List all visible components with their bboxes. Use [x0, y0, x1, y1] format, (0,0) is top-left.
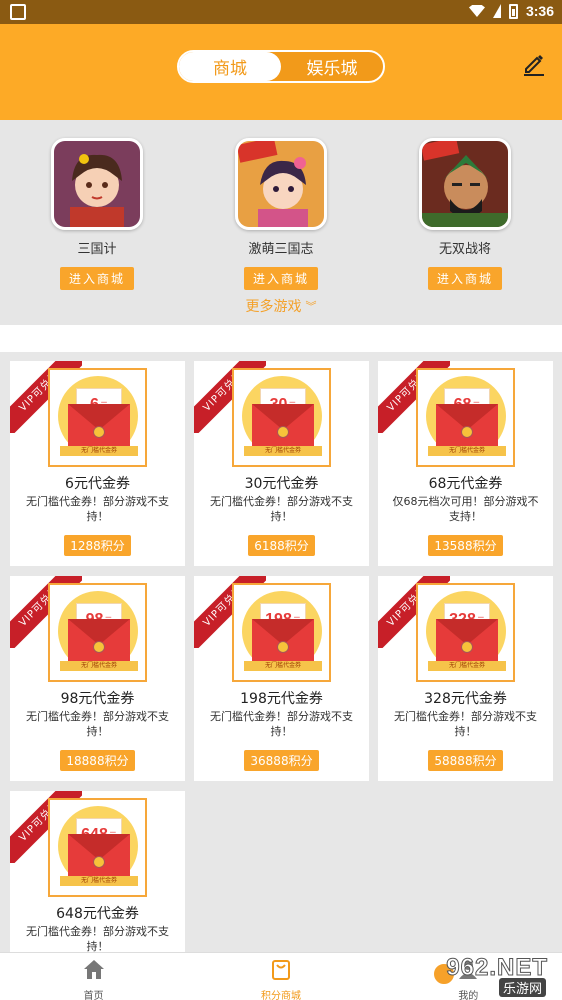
section-gap — [0, 325, 562, 352]
seal-icon — [461, 641, 473, 653]
coupon-description: 无门槛代金券！部分游戏不支持！ — [210, 495, 353, 523]
game-item: 激萌三国志 进入商城 — [226, 138, 336, 290]
coupon-card[interactable]: VIP可兑换68元无门槛代金券68元代金券仅68元档次可用！部分游戏不支持！13… — [378, 361, 553, 566]
coupon-image: 6元无门槛代金券 — [48, 368, 147, 467]
enter-mall-button[interactable]: 进入商城 — [243, 267, 318, 290]
enter-mall-button[interactable]: 进入商城 — [427, 267, 502, 290]
enter-mall-button[interactable]: 进入商城 — [59, 267, 134, 290]
notification-icon — [10, 4, 26, 20]
coupon-description: 无门槛代金券！部分游戏不支持！ — [394, 710, 537, 738]
coupon-title: 328元代金券 — [424, 691, 507, 707]
status-bar: 3:36 — [0, 0, 562, 24]
seal-icon — [461, 426, 473, 438]
shop-bag-icon — [271, 960, 290, 980]
status-time: 3:36 — [525, 3, 554, 19]
coupon-description: 无门槛代金券！部分游戏不支持！ — [26, 710, 169, 738]
points-price-button[interactable]: 36888积分 — [244, 750, 319, 771]
game-thumbnail[interactable] — [419, 138, 511, 230]
home-icon — [83, 960, 104, 979]
double-chevron-down-icon: ︾ — [305, 300, 317, 313]
game-name: 三国计 — [77, 242, 117, 257]
top-header: 商城 娱乐城 — [0, 24, 562, 120]
status-icons: 3:36 — [468, 3, 554, 19]
mall-switch: 商城 娱乐城 — [177, 50, 385, 83]
coupon-image: 30元无门槛代金券 — [232, 368, 331, 467]
coupon-title: 198元代金券 — [240, 691, 323, 707]
coupon-description: 无门槛代金券！部分游戏不支持！ — [26, 495, 169, 523]
game-thumbnail[interactable] — [51, 138, 143, 230]
coupon-image: 98元无门槛代金券 — [48, 583, 147, 682]
coupon-card[interactable]: VIP可兑换6元无门槛代金券6元代金券无门槛代金券！部分游戏不支持！1288积分 — [10, 361, 185, 566]
coupon-strip-label: 无门槛代金券 — [60, 876, 138, 886]
coupon-description: 无门槛代金券！部分游戏不支持！ — [26, 925, 169, 953]
coupon-description: 无门槛代金券！部分游戏不支持！ — [210, 710, 353, 738]
tab-home-label: 首页 — [83, 991, 104, 1000]
points-price-button[interactable]: 13588积分 — [428, 535, 503, 556]
site-watermark: 962.NET 乐游网 — [428, 954, 556, 997]
game-name: 激萌三国志 — [248, 242, 314, 257]
coupon-image: 198元无门槛代金券 — [232, 583, 331, 682]
coupon-title: 6元代金券 — [65, 476, 130, 492]
coupon-card[interactable]: VIP可兑换98元无门槛代金券98元代金券无门槛代金券！部分游戏不支持！1888… — [10, 576, 185, 781]
coupon-image: 68元无门槛代金券 — [416, 368, 515, 467]
tab-points-mall-label: 积分商城 — [260, 991, 301, 1000]
tab-entertainment[interactable]: 娱乐城 — [281, 52, 383, 81]
points-price-button[interactable]: 18888积分 — [60, 750, 135, 771]
coupon-image: 648元无门槛代金券 — [48, 798, 147, 897]
points-price-button[interactable]: 58888积分 — [428, 750, 503, 771]
battery-icon — [508, 3, 518, 19]
game-item: 无双战将 进入商城 — [410, 138, 520, 290]
signal-icon — [492, 4, 501, 18]
coupon-strip-label: 无门槛代金券 — [244, 446, 322, 456]
points-price-button[interactable]: 1288积分 — [64, 535, 131, 556]
coupon-strip-label: 无门槛代金券 — [244, 661, 322, 671]
pencil-icon[interactable] — [522, 52, 546, 76]
game-list: 三国计 进入商城 激萌三国志 进入商城 无双战将 进入商城 更多游戏 ︾ — [0, 120, 562, 325]
points-price-button[interactable]: 6188积分 — [248, 535, 315, 556]
coupon-card[interactable]: VIP可兑换30元无门槛代金券30元代金券无门槛代金券！部分游戏不支持！6188… — [194, 361, 369, 566]
game-name: 无双战将 — [438, 242, 491, 257]
watermark-sub: 乐游网 — [498, 978, 546, 997]
coupon-image: 328元无门槛代金券 — [416, 583, 515, 682]
seal-icon — [277, 426, 289, 438]
wifi-icon — [468, 5, 485, 17]
tab-home[interactable]: 首页 — [0, 953, 187, 1000]
seal-icon — [93, 426, 105, 438]
seal-icon — [93, 641, 105, 653]
coupon-card[interactable]: VIP可兑换198元无门槛代金券198元代金券无门槛代金券！部分游戏不支持！36… — [194, 576, 369, 781]
coupon-title: 648元代金券 — [56, 906, 139, 922]
seal-icon — [93, 856, 105, 868]
more-games-label: 更多游戏 — [245, 299, 302, 315]
coupon-strip-label: 无门槛代金券 — [428, 661, 506, 671]
coupon-grid: VIP可兑换6元无门槛代金券6元代金券无门槛代金券！部分游戏不支持！1288积分… — [0, 352, 562, 996]
tab-points-mall[interactable]: 积分商城 — [187, 953, 374, 1000]
coupon-strip-label: 无门槛代金券 — [60, 446, 138, 456]
coupon-strip-label: 无门槛代金券 — [428, 446, 506, 456]
coupon-description: 仅68元档次可用！部分游戏不支持！ — [392, 495, 539, 523]
coupon-title: 30元代金券 — [244, 476, 319, 492]
coupon-title: 68元代金券 — [428, 476, 503, 492]
seal-icon — [277, 641, 289, 653]
coupon-strip-label: 无门槛代金券 — [60, 661, 138, 671]
game-thumbnail[interactable] — [235, 138, 327, 230]
game-item: 三国计 进入商城 — [42, 138, 152, 290]
tab-mall[interactable]: 商城 — [179, 52, 281, 81]
coupon-card[interactable]: VIP可兑换328元无门槛代金券328元代金券无门槛代金券！部分游戏不支持！58… — [378, 576, 553, 781]
more-games-link[interactable]: 更多游戏 ︾ — [0, 296, 562, 316]
coupon-title: 98元代金券 — [60, 691, 135, 707]
